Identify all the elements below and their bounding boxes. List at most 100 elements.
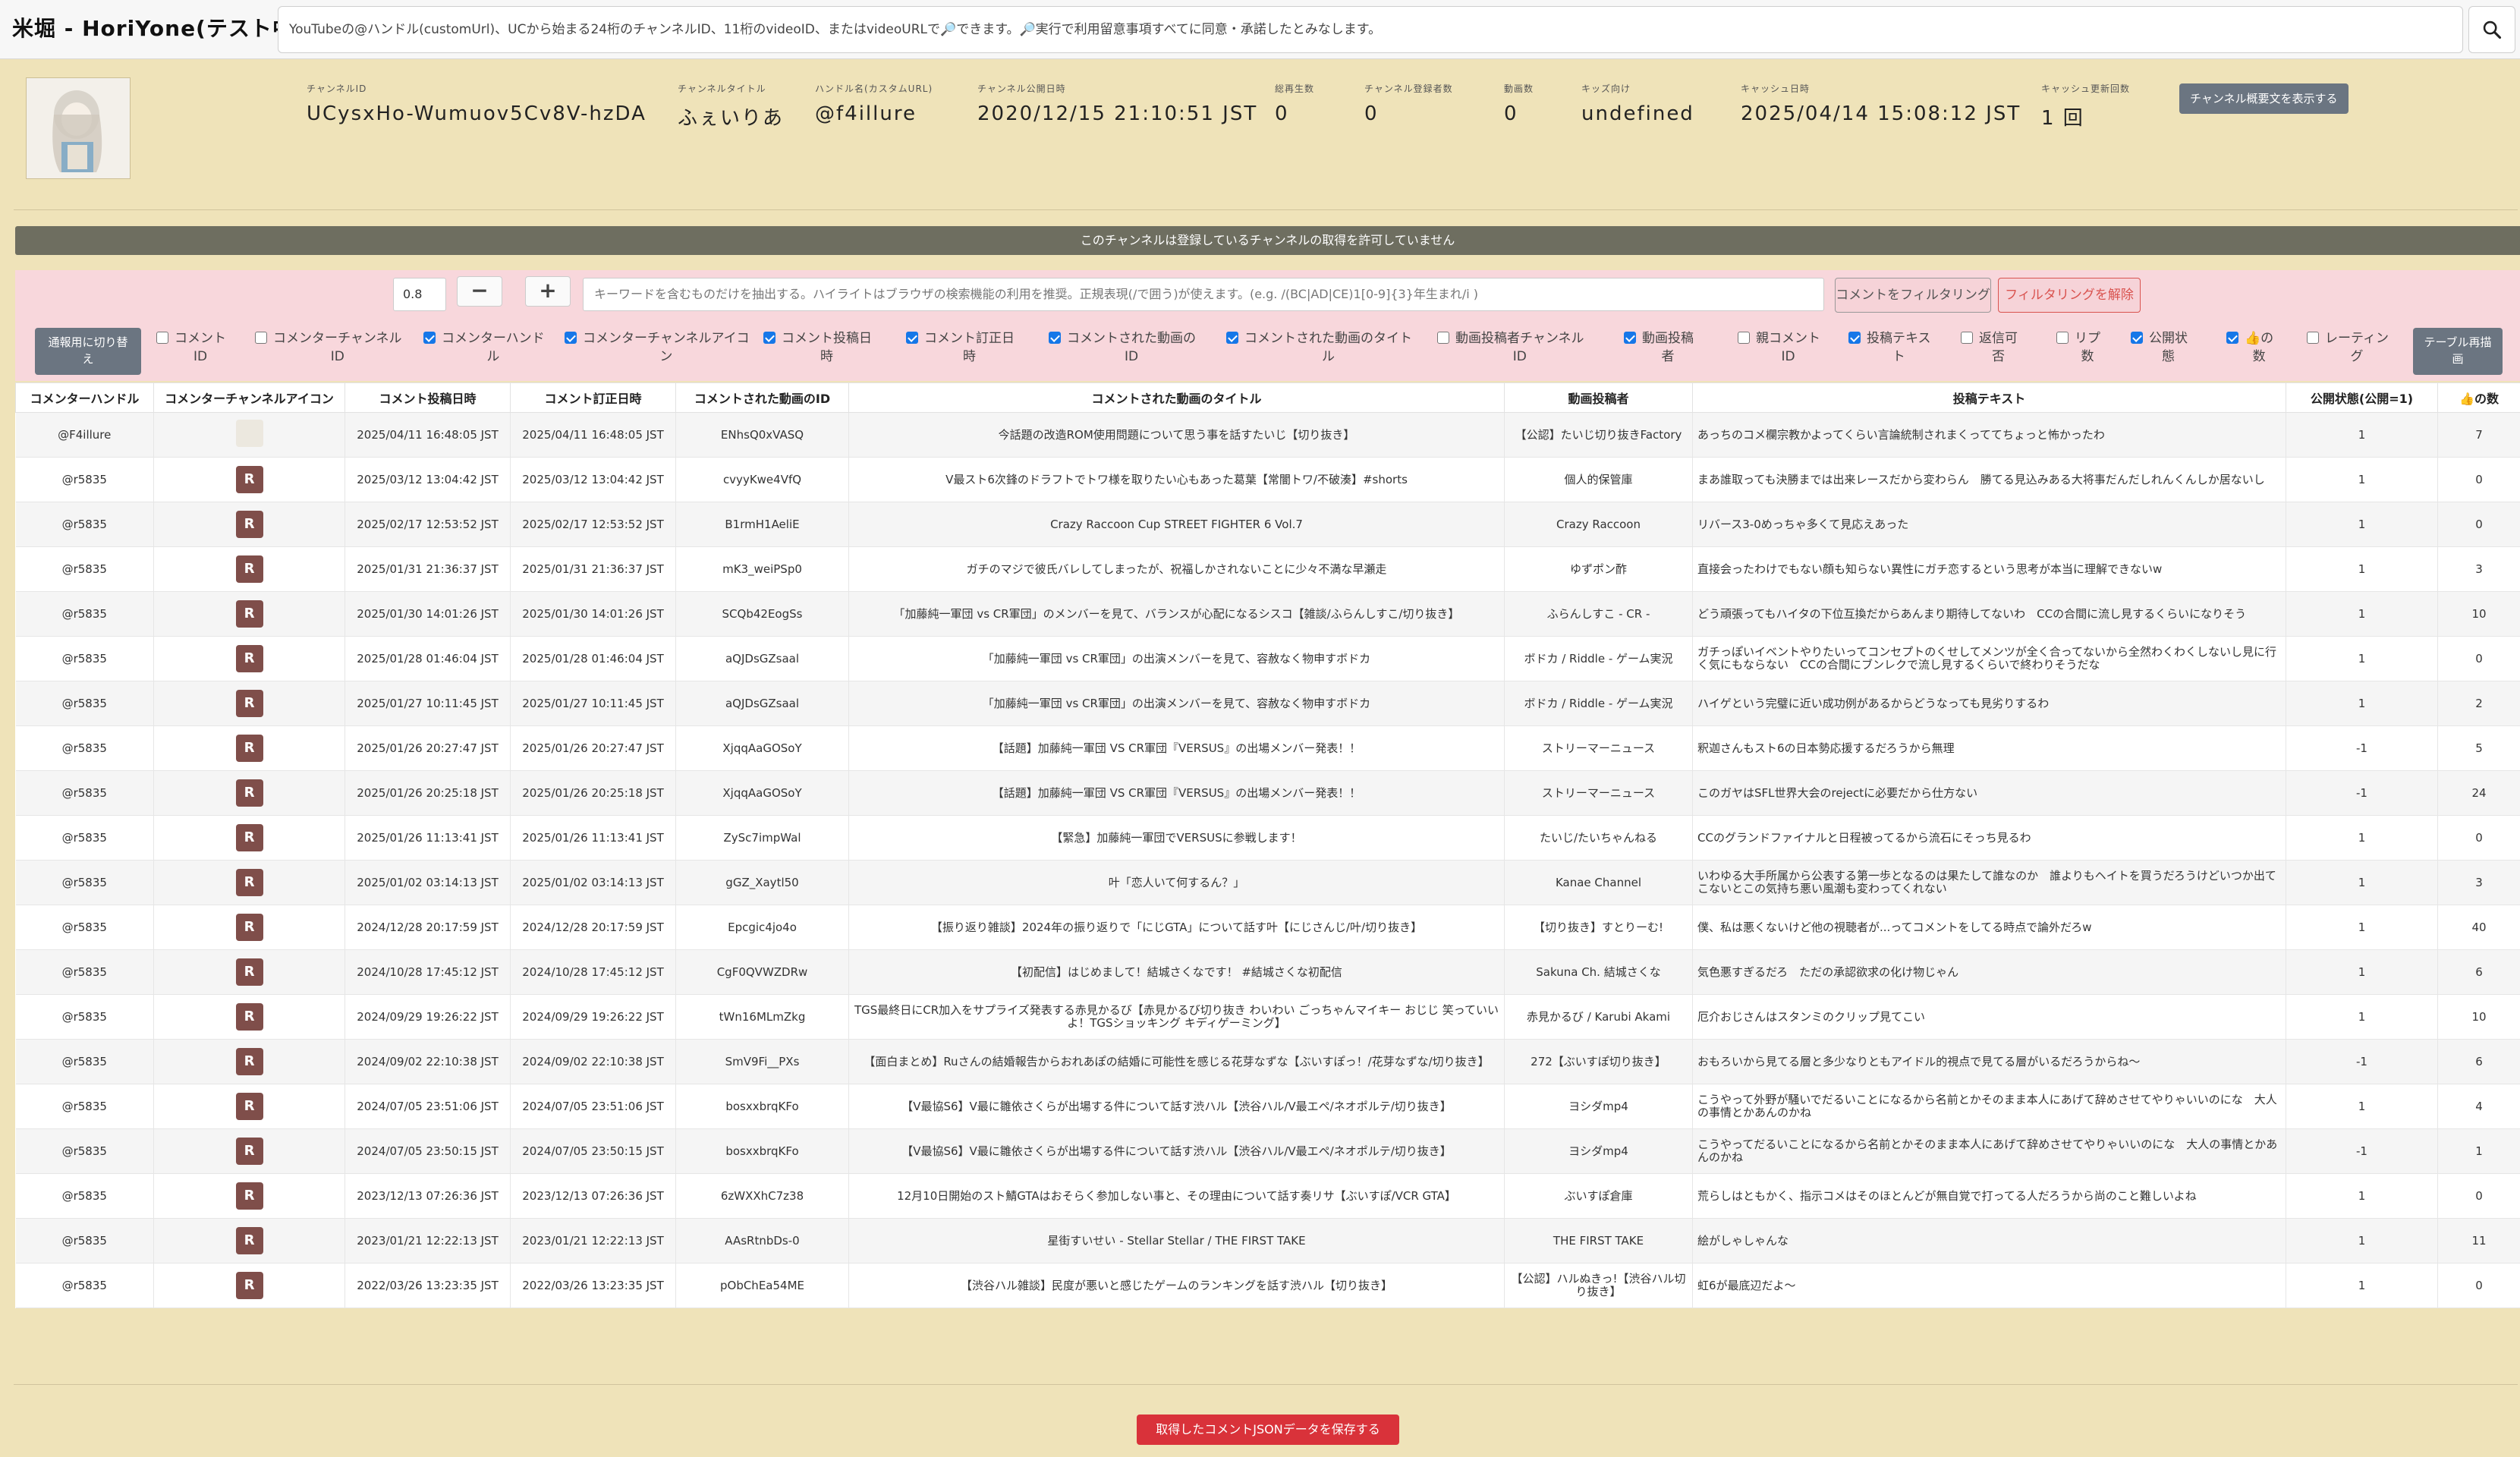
checkbox[interactable] bbox=[1961, 332, 1973, 344]
column-header[interactable]: コメント訂正日時 bbox=[510, 382, 676, 413]
column-header[interactable]: コメンターチャンネルアイコン bbox=[153, 382, 345, 413]
commenter-handle-cell[interactable]: @r5835 bbox=[15, 591, 154, 637]
save-json-button[interactable]: 取得したコメントJSONデータを保存する bbox=[1137, 1415, 1399, 1445]
toggle-post-text[interactable]: 投稿テキスト bbox=[1848, 329, 1931, 366]
toggle-can-reply[interactable]: 返信可否 bbox=[1961, 329, 2018, 366]
redraw-table-button[interactable]: テーブル再描 画 bbox=[2413, 328, 2503, 375]
column-header[interactable]: コメント投稿日時 bbox=[344, 382, 511, 413]
video-title-cell[interactable]: 「加藤純一軍団 vs CR軍団」のメンバーを見て、バランスが心配になるシスコ【雑… bbox=[848, 591, 1505, 637]
checkbox[interactable] bbox=[1437, 332, 1449, 344]
video-id-cell[interactable]: mK3_weiPSp0 bbox=[675, 546, 849, 592]
video-id-cell[interactable]: SCQb42EogSs bbox=[675, 591, 849, 637]
commenter-handle-cell[interactable]: @r5835 bbox=[15, 1173, 154, 1219]
video-title-cell[interactable]: 【話題】加藤純一軍団 VS CR軍団『VERSUS』の出場メンバー発表！！ bbox=[848, 770, 1505, 816]
commenter-handle-cell[interactable]: @r5835 bbox=[15, 1039, 154, 1084]
clear-filter-button[interactable]: フィルタリングを解除 bbox=[1998, 278, 2141, 313]
video-id-cell[interactable]: aQJDsGZsaal bbox=[675, 681, 849, 726]
filter-comments-button[interactable]: コメントをフィルタリング bbox=[1835, 278, 1991, 313]
video-id-cell[interactable]: 6zWXXhC7z38 bbox=[675, 1173, 849, 1219]
checkbox[interactable] bbox=[2307, 332, 2319, 344]
video-title-cell[interactable]: 【話題】加藤純一軍団 VS CR軍団『VERSUS』の出場メンバー発表！！ bbox=[848, 725, 1505, 771]
video-title-cell[interactable]: 叶「恋人いて何するん？」 bbox=[848, 860, 1505, 905]
commenter-handle-cell[interactable]: @r5835 bbox=[15, 994, 154, 1040]
toggle-video-id[interactable]: コメントされた動画の ID bbox=[1049, 329, 1196, 366]
video-title-cell[interactable]: 【V最協S6】V最に雛依さくらが出場する件について話す渋ハル【渋谷ハル/V最エペ… bbox=[848, 1128, 1505, 1174]
toggle-like-count[interactable]: 👍の数 bbox=[2226, 329, 2273, 366]
decrement-button[interactable]: − bbox=[457, 276, 502, 307]
checkbox[interactable] bbox=[2226, 332, 2238, 344]
threshold-input[interactable]: 0.8 bbox=[393, 278, 446, 311]
checkbox[interactable] bbox=[763, 332, 776, 344]
video-id-cell[interactable]: ENhsQ0xVASQ bbox=[675, 412, 849, 458]
column-header[interactable]: 公開状態(公開=1) bbox=[2286, 382, 2438, 413]
commenter-handle-cell[interactable]: @r5835 bbox=[15, 502, 154, 547]
video-title-cell[interactable]: V最スト6次鋒のドラフトでトワ様を取りたい心もあった葛葉【常闇トワ/不破湊】#s… bbox=[848, 457, 1505, 502]
video-id-cell[interactable]: Epcgic4jo4o bbox=[675, 905, 849, 950]
commenter-handle-cell[interactable]: @r5835 bbox=[15, 681, 154, 726]
switch-report-view-button[interactable]: 通報用に切り替 え bbox=[35, 328, 141, 375]
checkbox[interactable] bbox=[2056, 332, 2069, 344]
commenter-handle-cell[interactable]: @r5835 bbox=[15, 860, 154, 905]
commenter-handle-cell[interactable]: @r5835 bbox=[15, 1218, 154, 1263]
checkbox[interactable] bbox=[1226, 332, 1238, 344]
checkbox[interactable] bbox=[1738, 332, 1750, 344]
checkbox[interactable] bbox=[1848, 332, 1861, 344]
video-title-cell[interactable]: ガチのマジで彼氏バレしてしまったが、祝福しかされないことに少々不満な早瀬走 bbox=[848, 546, 1505, 592]
checkbox[interactable] bbox=[423, 332, 436, 344]
checkbox[interactable] bbox=[906, 332, 918, 344]
keyword-filter-input[interactable]: キーワードを含むものだけを抽出する。ハイライトはブラウザの検索機能の利用を推奨。… bbox=[583, 278, 1824, 311]
video-title-cell[interactable]: 【緊急】加藤純一軍団でVERSUSに参戦します！ bbox=[848, 815, 1505, 861]
video-id-cell[interactable]: tWn16MLmZkg bbox=[675, 994, 849, 1040]
toggle-comment-posted[interactable]: コメント投稿日時 bbox=[763, 329, 872, 366]
video-title-cell[interactable]: 【初配信】はじめまして！結城さくなです！ #結城さくな初配信 bbox=[848, 949, 1505, 995]
commenter-handle-cell[interactable]: @F4illure bbox=[15, 412, 154, 458]
video-title-cell[interactable]: 【面白まとめ】Ruさんの結婚報告からおれあぽの結婚に可能性を感じる花芽なずな【ぶ… bbox=[848, 1039, 1505, 1084]
video-id-cell[interactable]: bosxxbrqKFo bbox=[675, 1084, 849, 1129]
video-id-cell[interactable]: XjqqAaGOSoY bbox=[675, 725, 849, 771]
search-input[interactable]: YouTubeの@ハンドル(customUrl)、UCから始まる24桁のチャンネ… bbox=[278, 6, 2463, 53]
column-header[interactable]: コメントされた動画のID bbox=[675, 382, 849, 413]
commenter-handle-cell[interactable]: @r5835 bbox=[15, 770, 154, 816]
commenter-handle-cell[interactable]: @r5835 bbox=[15, 815, 154, 861]
toggle-commenter-icon[interactable]: コメンターチャンネルアイコン bbox=[565, 329, 750, 366]
show-channel-description-button[interactable]: チャンネル概要文を表示する bbox=[2179, 83, 2349, 114]
video-id-cell[interactable]: XjqqAaGOSoY bbox=[675, 770, 849, 816]
toggle-uploader[interactable]: 動画投稿者 bbox=[1624, 329, 1694, 366]
search-button[interactable] bbox=[2468, 6, 2515, 53]
increment-button[interactable]: + bbox=[525, 276, 571, 307]
video-id-cell[interactable]: pObChEa54ME bbox=[675, 1263, 849, 1308]
column-header[interactable]: コメンターハンドル bbox=[15, 382, 154, 413]
video-title-cell[interactable]: TGS最終日にCR加入をサプライズ発表する赤見かるび【赤見かるび切り抜き わいわ… bbox=[848, 994, 1505, 1040]
checkbox[interactable] bbox=[1049, 332, 1061, 344]
checkbox[interactable] bbox=[2131, 332, 2143, 344]
video-title-cell[interactable]: 「加藤純一軍団 vs CR軍団」の出演メンバーを見て、容赦なく物申すボドカ bbox=[848, 636, 1505, 681]
video-title-cell[interactable]: 【振り返り雑談】2024年の振り返りで「にじGTA」について話す叶【にじさんじ/… bbox=[848, 905, 1505, 950]
toggle-comment-edited[interactable]: コメント訂正日時 bbox=[906, 329, 1015, 366]
column-header[interactable]: コメントされた動画のタイトル bbox=[848, 382, 1505, 413]
video-id-cell[interactable]: AAsRtnbDs-0 bbox=[675, 1218, 849, 1263]
toggle-parent-comment-id[interactable]: 親コメント ID bbox=[1738, 329, 1820, 366]
toggle-commenter-channel-id[interactable]: コメンターチャンネル ID bbox=[255, 329, 402, 366]
commenter-handle-cell[interactable]: @r5835 bbox=[15, 546, 154, 592]
toggle-comment-id[interactable]: コメント ID bbox=[156, 329, 226, 366]
checkbox[interactable] bbox=[1624, 332, 1636, 344]
video-title-cell[interactable]: 【渋谷ハル雑談】民度が悪いと感じたゲームのランキングを話す渋ハル【切り抜き】 bbox=[848, 1263, 1505, 1308]
video-title-cell[interactable]: 星街すいせい - Stellar Stellar / THE FIRST TAK… bbox=[848, 1218, 1505, 1263]
column-header[interactable]: 動画投稿者 bbox=[1504, 382, 1693, 413]
commenter-handle-cell[interactable]: @r5835 bbox=[15, 457, 154, 502]
video-id-cell[interactable]: aQJDsGZsaal bbox=[675, 636, 849, 681]
video-id-cell[interactable]: bosxxbrqKFo bbox=[675, 1128, 849, 1174]
video-title-cell[interactable]: 「加藤純一軍団 vs CR軍団」の出演メンバーを見て、容赦なく物申すボドカ bbox=[848, 681, 1505, 726]
commenter-handle-cell[interactable]: @r5835 bbox=[15, 1084, 154, 1129]
video-id-cell[interactable]: ZySc7impWal bbox=[675, 815, 849, 861]
commenter-handle-cell[interactable]: @r5835 bbox=[15, 725, 154, 771]
commenter-handle-cell[interactable]: @r5835 bbox=[15, 636, 154, 681]
checkbox[interactable] bbox=[565, 332, 577, 344]
commenter-handle-cell[interactable]: @r5835 bbox=[15, 1128, 154, 1174]
video-id-cell[interactable]: B1rmH1AeliE bbox=[675, 502, 849, 547]
checkbox[interactable] bbox=[255, 332, 267, 344]
checkbox[interactable] bbox=[156, 332, 168, 344]
toggle-video-title[interactable]: コメントされた動画のタイトル bbox=[1226, 329, 1412, 366]
toggle-commenter-handle[interactable]: コメンターハンドル bbox=[423, 329, 545, 366]
commenter-handle-cell[interactable]: @r5835 bbox=[15, 905, 154, 950]
